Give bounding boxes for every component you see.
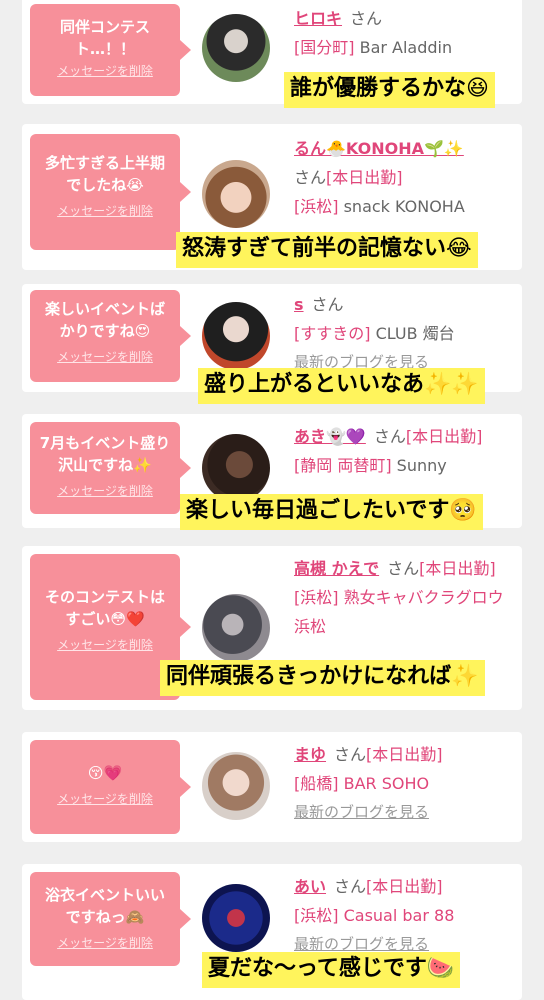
avatar[interactable] xyxy=(202,434,270,502)
message-text: そのコンテストはすごい😳❤️ xyxy=(44,588,165,628)
avatar[interactable] xyxy=(202,302,270,370)
user-info: あき👻💜 さん[本日出勤] [静岡 両替町] Sunny xyxy=(294,422,514,480)
message-card: 楽しいイベントばかりですね😍 メッセージを削除 s さん [すすきの] CLUB … xyxy=(22,284,522,404)
delete-message-link[interactable]: メッセージを削除 xyxy=(38,790,172,807)
delete-message-link[interactable]: メッセージを削除 xyxy=(38,482,172,499)
caption-overlay: 怒涛すぎて前半の記憶ない😂 xyxy=(176,232,478,268)
delete-message-link[interactable]: メッセージを削除 xyxy=(38,348,172,365)
message-card: 同伴コンテスト…！！ メッセージを削除 ヒロキ さん [国分町] Bar Alad… xyxy=(22,0,522,108)
delete-message-link[interactable]: メッセージを削除 xyxy=(38,636,172,653)
caption-overlay: 同伴頑張るきっかけになれば✨ xyxy=(160,660,485,696)
caption-overlay: 楽しい毎日過ごしたいです🥺 xyxy=(180,494,483,530)
user-name-link[interactable]: るん🐣KONOHA🌱✨ xyxy=(294,139,464,158)
user-info: ヒロキ さん [国分町] Bar Aladdin xyxy=(294,4,514,62)
status-label: [本日出勤] xyxy=(405,427,483,446)
shop-name: CLUB 燭台 xyxy=(375,324,455,343)
area-label: [船橋] xyxy=(294,774,339,793)
avatar[interactable] xyxy=(202,884,270,952)
user-info: あい さん[本日出勤] [浜松] Casual bar 88 最新のブログを見る xyxy=(294,872,514,959)
shop-name: Bar Aladdin xyxy=(359,38,453,57)
area-label: [すすきの] xyxy=(294,324,371,343)
avatar[interactable] xyxy=(202,752,270,820)
message-bubble: 7月もイベント盛り沢山ですね✨ メッセージを削除 xyxy=(30,422,191,514)
area-label: [国分町] xyxy=(294,38,355,57)
message-text: 浴衣イベントいいですねっ🙈 xyxy=(44,886,165,926)
user-name-link[interactable]: s xyxy=(294,295,304,314)
message-card: そのコンテストはすごい😳❤️ メッセージを削除 高槻 かえで さん[本日出勤] [… xyxy=(22,546,522,710)
latest-blog-link[interactable]: 最新のブログを見る xyxy=(294,798,514,827)
message-bubble: 同伴コンテスト…！！ メッセージを削除 xyxy=(30,4,191,96)
honorific: さん xyxy=(334,877,367,896)
shop-name: snack KONOHA xyxy=(343,197,465,216)
status-label: [本日出勤] xyxy=(366,745,443,764)
message-text: 楽しいイベントばかりですね😍 xyxy=(44,300,165,340)
message-text: 多忙すぎる上半期でしたね😭 xyxy=(44,154,165,194)
caption-overlay: 夏だな〜って感じです🍉 xyxy=(202,952,461,988)
message-bubble: 浴衣イベントいいですねっ🙈 メッセージを削除 xyxy=(30,872,191,966)
message-bubble: そのコンテストはすごい😳❤️ メッセージを削除 xyxy=(30,554,191,700)
honorific: さん xyxy=(334,745,367,764)
user-name-link[interactable]: あい xyxy=(294,877,326,896)
user-info: まゆ さん[本日出勤] [船橋] BAR SOHO 最新のブログを見る xyxy=(294,740,514,827)
avatar[interactable] xyxy=(202,594,270,662)
avatar[interactable] xyxy=(202,160,270,228)
honorific: さん xyxy=(373,427,406,446)
message-card: 浴衣イベントいいですねっ🙈 メッセージを削除 あい さん[本日出勤] [浜松] C… xyxy=(22,864,522,1000)
message-text: 😚💗 xyxy=(87,764,123,782)
user-info: 高槻 かえで さん[本日出勤] [浜松] 熟女キャバクラグロウ 浜松 xyxy=(294,554,514,641)
shop-name: Sunny xyxy=(396,456,447,475)
user-name-link[interactable]: 高槻 かえで xyxy=(294,559,379,578)
area-label: [静岡 両替町] xyxy=(294,456,392,475)
status-label: [本日出勤] xyxy=(366,877,443,896)
shop-name: BAR SOHO xyxy=(343,774,430,793)
message-card: 7月もイベント盛り沢山ですね✨ メッセージを削除 あき👻💜 さん[本日出勤] [静… xyxy=(22,414,522,530)
message-text: 7月もイベント盛り沢山ですね✨ xyxy=(39,434,171,474)
message-bubble: 😚💗 メッセージを削除 xyxy=(30,740,191,834)
message-card: 😚💗 メッセージを削除 まゆ さん[本日出勤] [船橋] BAR SOHO 最新の… xyxy=(22,732,522,842)
shop-name: Casual bar 88 xyxy=(343,906,455,925)
delete-message-link[interactable]: メッセージを削除 xyxy=(38,62,172,79)
delete-message-link[interactable]: メッセージを削除 xyxy=(38,202,172,219)
message-bubble: 楽しいイベントばかりですね😍 メッセージを削除 xyxy=(30,290,191,382)
honorific: さん xyxy=(311,295,344,314)
delete-message-link[interactable]: メッセージを削除 xyxy=(38,934,172,951)
status-label: [本日出勤] xyxy=(419,559,496,578)
honorific: さん xyxy=(387,559,420,578)
honorific: さん xyxy=(350,9,383,28)
message-text: 同伴コンテスト…！！ xyxy=(59,18,150,58)
honorific: さん xyxy=(294,168,327,187)
area-label: [浜松] xyxy=(294,588,339,607)
user-name-link[interactable]: あき👻💜 xyxy=(294,427,366,446)
avatar[interactable] xyxy=(202,14,270,82)
area-label: [浜松] xyxy=(294,197,339,216)
message-bubble: 多忙すぎる上半期でしたね😭 メッセージを削除 xyxy=(30,134,191,250)
area-label: [浜松] xyxy=(294,906,339,925)
caption-overlay: 誰が優勝するかな😆 xyxy=(284,72,495,108)
message-card: 多忙すぎる上半期でしたね😭 メッセージを削除 るん🐣KONOHA🌱✨ さん[本日… xyxy=(22,124,522,270)
user-name-link[interactable]: まゆ xyxy=(294,745,326,764)
status-label: [本日出勤] xyxy=(326,168,403,187)
user-info: s さん [すすきの] CLUB 燭台 最新のブログを見る xyxy=(294,290,514,377)
user-info: るん🐣KONOHA🌱✨ さん[本日出勤] [浜松] snack KONOHA xyxy=(294,134,514,221)
caption-overlay: 盛り上がるといいなあ✨✨ xyxy=(198,368,485,404)
user-name-link[interactable]: ヒロキ xyxy=(294,9,342,28)
